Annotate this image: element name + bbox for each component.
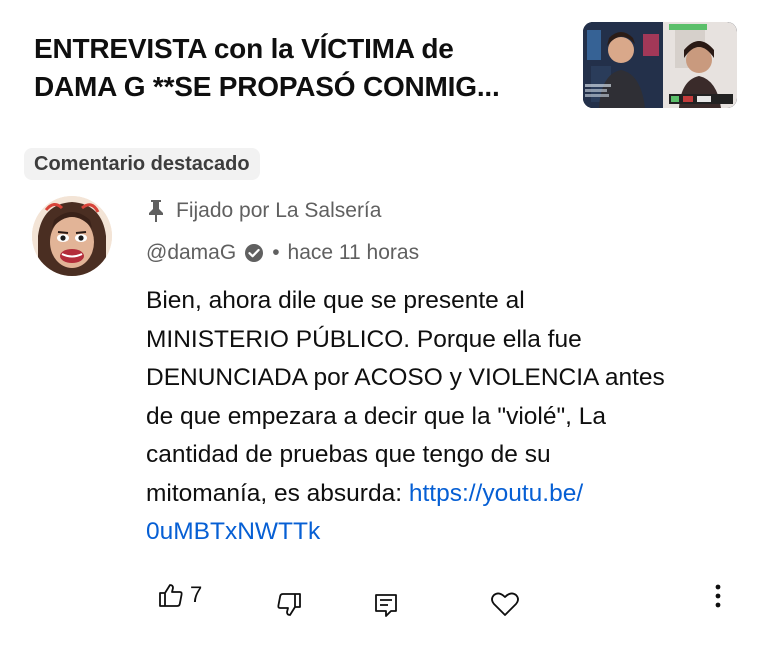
comment-link[interactable]: https://youtu.be/ [409, 480, 583, 507]
comment-timestamp[interactable]: hace 11 horas [288, 241, 420, 265]
video-title-line-1: ENTREVISTA con la VÍCTIMA de [34, 33, 454, 64]
video-thumbnail[interactable] [583, 22, 737, 108]
like-count: 7 [190, 582, 203, 607]
comment-author-row: @damaG • hace 11 horas [146, 238, 419, 268]
comment-line: Bien, ahora dile que se presente al [146, 287, 525, 314]
video-title[interactable]: ENTREVISTA con la VÍCTIMA de DAMA G **SE… [34, 30, 574, 106]
featured-comment-badge: Comentario destacado [24, 148, 260, 180]
meta-separator: • [272, 241, 280, 264]
comment-actions: 7 [0, 580, 768, 624]
dislike-button[interactable] [276, 592, 302, 618]
like-button[interactable]: 7 [158, 582, 202, 608]
thumbnail-image [583, 22, 737, 108]
reply-button[interactable] [373, 592, 399, 618]
comment-text: Bien, ahora dile que se presente al MINI… [146, 282, 746, 552]
comment-line: mitomanía, es absurda: https://youtu.be/ [146, 475, 746, 514]
comment-line-text: mitomanía, es absurda: [146, 479, 409, 507]
comment-link-continued[interactable]: 0uMBTxNWTTk [146, 518, 320, 545]
more-options-button[interactable] [710, 582, 726, 610]
thumbs-up-icon [159, 584, 183, 607]
pinned-label: Fijado por La Salsería [176, 199, 382, 222]
reply-icon [375, 594, 397, 617]
avatar-image [32, 196, 112, 276]
avatar[interactable] [32, 196, 112, 276]
comment-line: cantidad de pruebas que tengo de su [146, 441, 551, 468]
verified-check-icon [245, 244, 264, 262]
more-vertical-icon [715, 584, 721, 608]
comment-line: de que empezara a decir que la "violé", … [146, 402, 607, 430]
comment-line: MINISTERIO PÚBLICO. Porque ella fue [146, 325, 582, 353]
pin-icon [149, 200, 163, 222]
comment-line: DENUNCIADA por ACOSO y VIOLENCIA antes [146, 364, 665, 391]
heart-button[interactable] [490, 590, 520, 618]
comment-line: 0uMBTxNWTTk [146, 513, 746, 552]
pinned-indicator: Fijado por La Salsería [146, 196, 381, 226]
comment-author[interactable]: @damaG [146, 241, 236, 265]
video-title-line-2: DAMA G **SE PROPASÓ CONMIG... [34, 71, 500, 102]
thumbs-down-icon [277, 593, 301, 616]
heart-icon [491, 592, 519, 616]
